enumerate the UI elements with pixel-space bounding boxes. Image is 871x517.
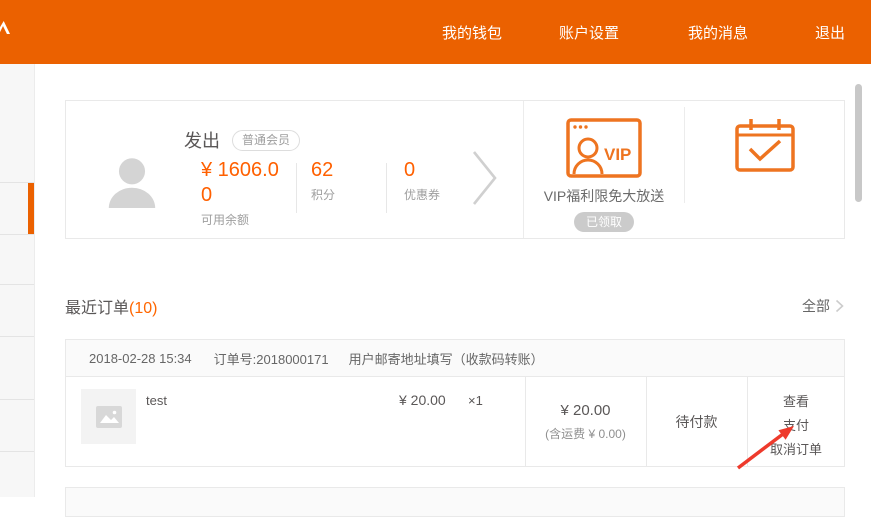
order-body: test ¥ 20.00 ×1 ¥ 20.00 (含运费 ¥ 0.00) 待付款… xyxy=(66,377,844,467)
balance-value: ¥ 1606.00 xyxy=(201,158,289,208)
pay-order-link[interactable]: 支付 xyxy=(783,418,809,433)
profile-card: 发出 普通会员 ¥ 1606.00 可用余额 62 积分 0 优惠券 VIP V… xyxy=(65,100,845,239)
orders-count: (10) xyxy=(129,300,157,317)
order-datetime: 2018-02-28 15:34 xyxy=(89,351,192,366)
top-nav-bar: 我的钱包 账户设置 我的消息 退出 xyxy=(0,0,871,64)
points-label: 积分 xyxy=(311,186,335,203)
orders-section-title: 最近订单(10) xyxy=(65,294,157,318)
vip-icon-text: VIP xyxy=(604,145,631,164)
view-all-label: 全部 xyxy=(802,296,830,316)
sidebar-item[interactable] xyxy=(0,452,34,496)
balance-stat[interactable]: ¥ 1606.00 可用余额 xyxy=(201,158,289,228)
member-level-badge: 普通会员 xyxy=(232,130,300,151)
product-quantity: ×1 xyxy=(468,393,483,408)
order-header: 2018-02-28 15:34 订单号:2018000171 用户邮寄地址填写… xyxy=(66,340,844,377)
coupons-label: 优惠券 xyxy=(404,186,440,203)
sidebar-item[interactable] xyxy=(0,337,34,400)
vip-promo-title: VIP福利限免大放送 xyxy=(544,186,665,206)
points-value: 62 xyxy=(311,158,335,183)
sidebar-item[interactable] xyxy=(0,285,34,337)
sidebar-item-active[interactable] xyxy=(0,183,34,235)
user-row: 发出 普通会员 xyxy=(184,127,300,153)
view-all-link[interactable]: 全部 xyxy=(802,296,844,316)
claimed-badge[interactable]: 已领取 xyxy=(574,212,634,232)
order-actions: 查看 支付 取消订单 xyxy=(747,377,845,467)
next-order-card-clipped xyxy=(65,487,845,517)
divider xyxy=(386,163,387,213)
sidebar xyxy=(0,64,35,497)
chevron-right-icon xyxy=(835,299,844,313)
image-placeholder-icon xyxy=(96,406,122,428)
calendar-check-icon xyxy=(734,117,796,173)
checkin-block[interactable] xyxy=(684,101,845,238)
vip-promo-block[interactable]: VIP VIP福利限免大放送 已领取 xyxy=(523,101,684,238)
nav-logout[interactable]: 退出 xyxy=(815,22,845,43)
sidebar-item[interactable] xyxy=(0,400,34,452)
points-stat[interactable]: 62 积分 xyxy=(311,158,335,203)
orders-title-text: 最近订单 xyxy=(65,300,129,317)
coupons-value: 0 xyxy=(404,158,440,183)
nav-my-messages[interactable]: 我的消息 xyxy=(688,22,748,43)
product-thumbnail[interactable] xyxy=(81,389,136,444)
order-total-cell: ¥ 20.00 (含运费 ¥ 0.00) xyxy=(525,377,646,467)
sidebar-item[interactable] xyxy=(0,235,34,285)
balance-label: 可用余额 xyxy=(201,211,289,228)
view-order-link[interactable]: 查看 xyxy=(783,394,809,409)
chevron-right-icon[interactable] xyxy=(471,149,499,207)
vip-window-icon: VIP xyxy=(566,117,642,179)
product-unit-price: ¥ 20.00 xyxy=(399,392,446,408)
divider xyxy=(296,163,297,213)
orders-heading: 最近订单(10) 全部 xyxy=(65,294,844,318)
coupons-stat[interactable]: 0 优惠券 xyxy=(404,158,440,203)
cancel-order-link[interactable]: 取消订单 xyxy=(770,442,822,457)
username: 发出 xyxy=(184,127,220,153)
top-nav: 我的钱包 账户设置 我的消息 退出 xyxy=(442,0,845,64)
order-total: ¥ 20.00 xyxy=(560,402,610,419)
shipping-note: (含运费 ¥ 0.00) xyxy=(545,425,626,442)
order-status: 待付款 xyxy=(646,377,747,467)
scrollbar-thumb[interactable] xyxy=(855,84,862,202)
avatar[interactable] xyxy=(103,151,161,209)
sidebar-item[interactable] xyxy=(0,64,34,183)
order-number: 订单号:2018000171 xyxy=(214,349,329,368)
order-description: 用户邮寄地址填写（收款码转账） xyxy=(349,349,544,368)
logo-fragment xyxy=(0,21,10,34)
nav-my-wallet[interactable]: 我的钱包 xyxy=(442,22,502,43)
nav-account-settings[interactable]: 账户设置 xyxy=(559,22,619,43)
sidebar-active-indicator xyxy=(28,183,34,234)
product-name[interactable]: test xyxy=(146,393,167,408)
order-card: 2018-02-28 15:34 订单号:2018000171 用户邮寄地址填写… xyxy=(65,339,845,467)
